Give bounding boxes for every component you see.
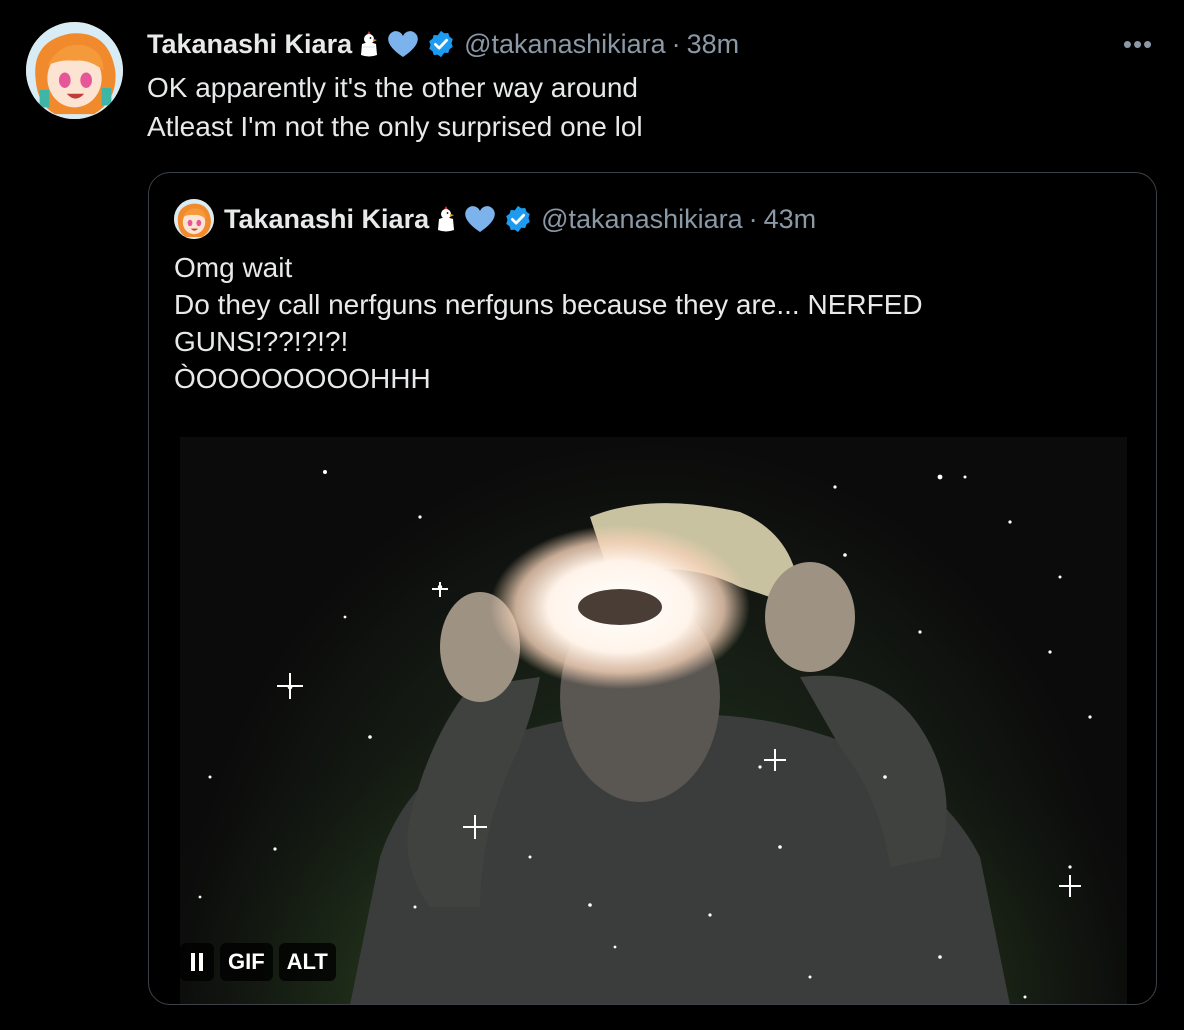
gif-badge[interactable]: GIF (220, 943, 273, 981)
gif-frame (180, 437, 1127, 1004)
quoted-text-line: Omg wait (174, 252, 293, 283)
quoted-display-name[interactable]: Takanashi Kiara (224, 204, 429, 235)
pause-icon (191, 953, 195, 971)
media-controls: GIF ALT (180, 943, 342, 981)
blue-heart-icon (463, 204, 497, 234)
timestamp[interactable]: 38m (687, 29, 740, 60)
quoted-text-line: Do they call nerfguns nerfguns because t… (174, 289, 923, 320)
verified-badge-icon[interactable] (503, 204, 533, 234)
chicken-emoji-icon (358, 29, 380, 59)
pause-button[interactable] (180, 943, 214, 981)
alt-text-button[interactable]: ALT (278, 943, 336, 981)
blue-heart-icon (386, 29, 420, 59)
separator-dot: · (748, 203, 758, 234)
tweet-text-line: Atleast I'm not the only surprised one l… (147, 111, 643, 142)
quoted-timestamp[interactable]: 43m (764, 204, 817, 235)
tweet-header: Takanashi Kiara @takanashikiara · 38m (147, 26, 739, 62)
display-name[interactable]: Takanashi Kiara (147, 29, 352, 60)
tweet[interactable]: Takanashi Kiara @takanashikiara · 38m ••… (0, 0, 1184, 1030)
tweet-text-line: OK apparently it's the other way around (147, 72, 638, 103)
verified-badge-icon[interactable] (426, 29, 456, 59)
tweet-text: OK apparently it's the other way around … (147, 68, 643, 146)
quoted-tweet[interactable]: Takanashi Kiara @takanashikiara · 43m Om… (148, 172, 1157, 1005)
quoted-tweet-header: Takanashi Kiara @takanashikiara · 43m (174, 199, 817, 239)
quoted-author-avatar[interactable] (174, 199, 214, 239)
more-options-icon[interactable]: ••• (1118, 29, 1158, 59)
quoted-tweet-text: Omg wait Do they call nerfguns nerfguns … (174, 249, 1094, 397)
quoted-text-line: GUNS!??!?!?! (174, 326, 349, 357)
author-avatar[interactable] (26, 22, 123, 119)
quoted-text-line: ÒOOOOOOOOHHH (174, 363, 431, 394)
gif-media[interactable]: GIF ALT (180, 437, 1127, 1004)
author-handle[interactable]: @takanashikiara (464, 29, 666, 60)
chicken-emoji-icon (435, 204, 457, 234)
separator-dot: · (671, 28, 681, 59)
quoted-author-handle[interactable]: @takanashikiara (541, 204, 743, 235)
